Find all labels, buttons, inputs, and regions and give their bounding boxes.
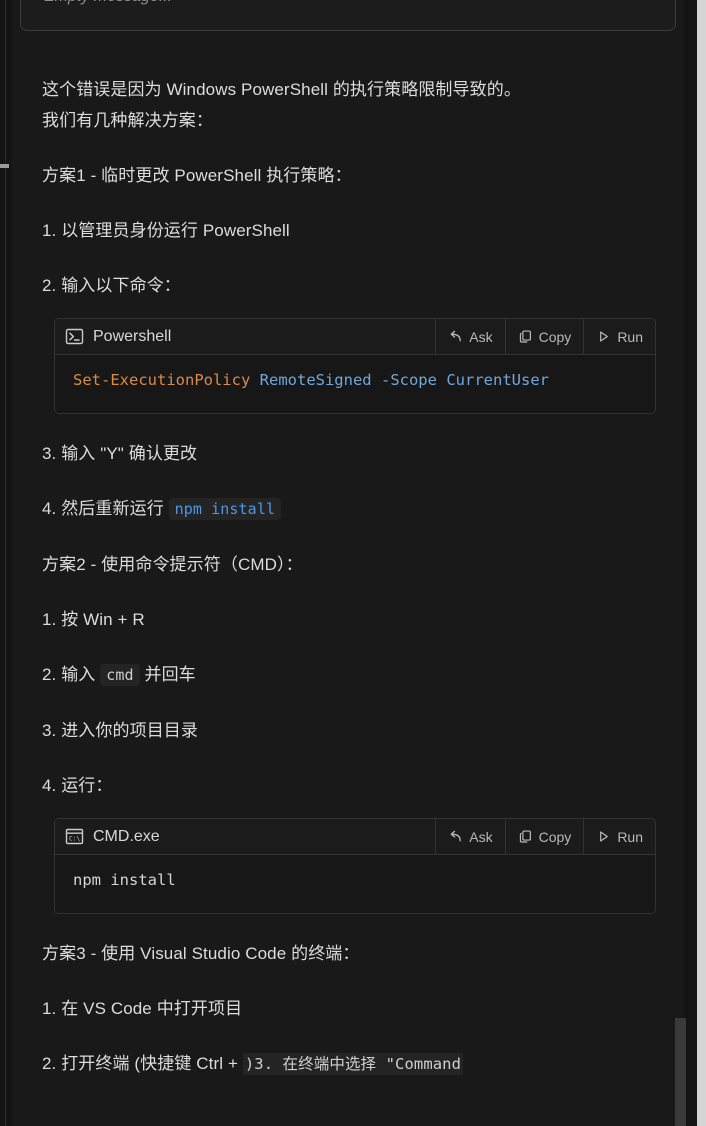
code-block-language-label: Powershell (93, 327, 172, 345)
code-block-copy-label: Copy (538, 828, 572, 845)
code-block-language-label: CMD.exe (93, 827, 160, 845)
inline-code-npm-install: npm install (168, 498, 282, 520)
code-block-run-button[interactable]: Run (583, 319, 655, 354)
section-2-step-1: 1. 按 Win + R (42, 610, 145, 629)
scrollbar-track[interactable] (675, 0, 697, 1126)
section-3-step-2-prefix: 2. 打开终端 (快捷键 Ctrl + (42, 1054, 243, 1073)
section-2-step-2: 2. 输入 cmd 并回车 (42, 659, 666, 691)
section-1-step-3: 3. 输入 "Y" 确认更改 (42, 444, 198, 463)
section-1-heading: 方案1 - 临时更改 PowerShell 执行策略： (42, 166, 352, 185)
code-block-ask-label: Ask (469, 828, 493, 845)
section-2-step-4: 4. 运行： (42, 776, 113, 795)
code-block-copy-button[interactable]: Copy (504, 319, 584, 354)
code-block-header: Powershell Ask Copy Run (55, 319, 655, 355)
code-block-language: C:\ CMD.exe (55, 827, 435, 846)
code-block-run-label: Run (617, 828, 643, 845)
code-block-cmd: C:\ CMD.exe Ask Copy Run npm install (54, 818, 656, 914)
code-block-run-button[interactable]: Run (583, 819, 655, 854)
section-1-step-2: 2. 输入以下命令： (42, 276, 181, 295)
code-block-language: Powershell (55, 327, 435, 346)
scrollbar-thumb[interactable] (675, 1018, 686, 1126)
message-composer[interactable]: Empty message... (20, 0, 676, 31)
composer-placeholder-text: Empty message... (44, 0, 172, 6)
powershell-prompt-icon (65, 327, 84, 346)
reply-arrow-icon (448, 329, 463, 344)
copy-icon (518, 829, 533, 844)
play-triangle-icon (596, 329, 611, 344)
section-2-step-3: 3. 进入你的项目目录 (42, 721, 199, 740)
left-gutter (0, 0, 12, 1126)
section-1-step-4-prefix: 4. 然后重新运行 (42, 499, 164, 518)
section-3-step-1: 1. 在 VS Code 中打开项目 (42, 999, 243, 1018)
section-2-heading: 方案2 - 使用命令提示符（CMD）： (42, 555, 303, 574)
window-right-edge (697, 0, 706, 1126)
inline-code-cmd: cmd (100, 664, 140, 686)
reply-arrow-icon (448, 829, 463, 844)
chat-scroll-panel[interactable]: Empty message... 这个错误是因为 Windows PowerSh… (12, 0, 684, 1126)
code-block-actions: Ask Copy Run (435, 319, 655, 354)
section-2-step-2-suffix: 并回车 (144, 665, 196, 684)
section-1-step-1: 1. 以管理员身份运行 PowerShell (42, 221, 290, 240)
code-block-ask-button[interactable]: Ask (435, 819, 504, 854)
play-triangle-icon (596, 829, 611, 844)
code-block-powershell: Powershell Ask Copy Run Set-ExecutionPol… (54, 318, 656, 414)
section-3-heading: 方案3 - 使用 Visual Studio Code 的终端： (42, 944, 360, 963)
code-block-header: C:\ CMD.exe Ask Copy Run (55, 819, 655, 855)
assistant-message: 这个错误是因为 Windows PowerShell 的执行策略限制导致的。 我… (12, 31, 684, 1080)
overview-ruler-marker (0, 164, 9, 168)
code-block-ask-button[interactable]: Ask (435, 319, 504, 354)
gutter-rule-line (5, 0, 6, 1126)
code-block-copy-label: Copy (538, 328, 572, 345)
svg-text:C:\: C:\ (69, 836, 80, 843)
section-3-step-2: 2. 打开终端 (快捷键 Ctrl + )3. 在终端中选择 "Command (42, 1048, 666, 1080)
code-block-code: npm install (73, 871, 176, 889)
intro-line-2: 我们有几种解决方案： (42, 111, 213, 130)
code-block-actions: Ask Copy Run (435, 819, 655, 854)
intro-line-1: 这个错误是因为 Windows PowerShell 的执行策略限制导致的。 (42, 80, 521, 99)
section-2-step-2-prefix: 2. 输入 (42, 665, 96, 684)
cmd-window-icon: C:\ (65, 827, 84, 846)
section-1-step-4: 4. 然后重新运行 npm install (42, 493, 666, 525)
section-3-step-2-code: )3. 在终端中选择 "Command (242, 1053, 464, 1075)
code-block-code: Set-ExecutionPolicy RemoteSigned -Scope … (73, 371, 549, 389)
code-block-body[interactable]: Set-ExecutionPolicy RemoteSigned -Scope … (55, 355, 655, 413)
code-block-copy-button[interactable]: Copy (504, 819, 584, 854)
copy-icon (518, 329, 533, 344)
code-block-run-label: Run (617, 328, 643, 345)
code-block-ask-label: Ask (469, 328, 493, 345)
code-block-body[interactable]: npm install (55, 855, 655, 913)
